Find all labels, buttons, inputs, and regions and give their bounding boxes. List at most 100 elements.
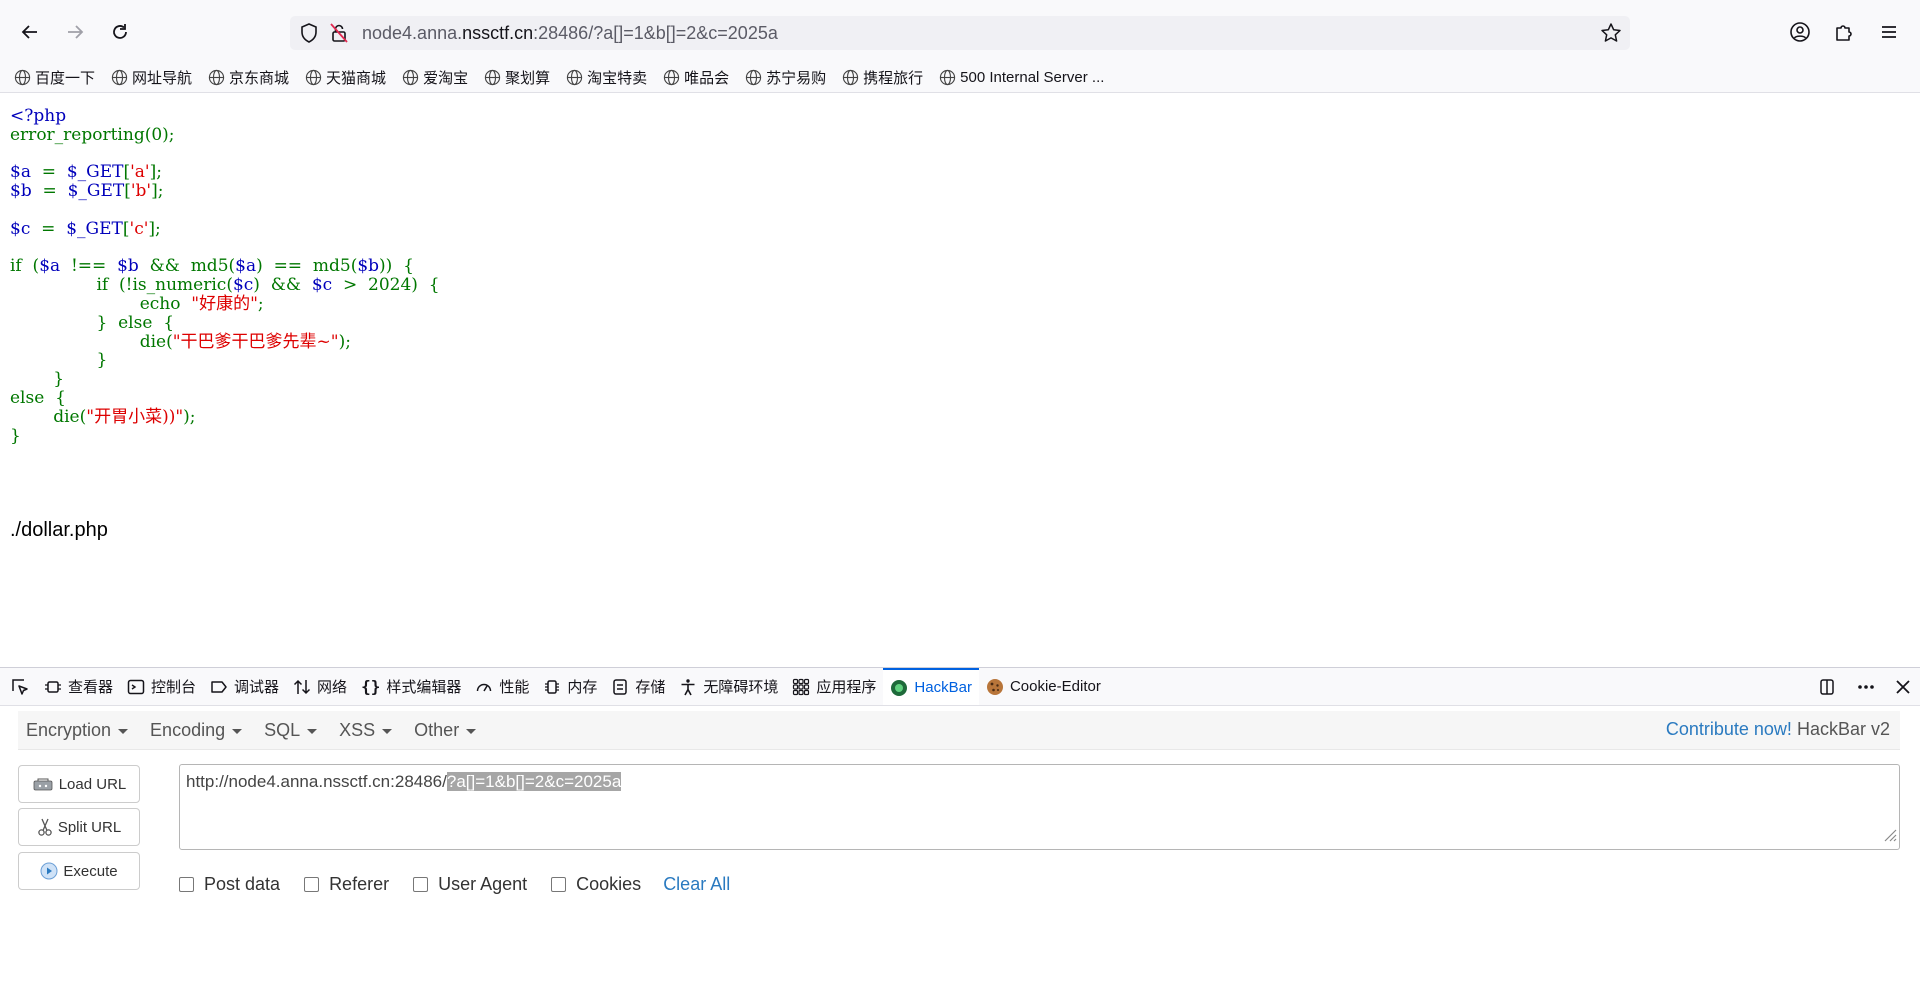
code-line: if (!is_numeric($c) && $c > 2024) { [96,275,440,296]
play-icon [40,862,58,880]
insecure-lock-icon[interactable] [328,22,350,44]
caret-down-icon [232,729,243,734]
tab-debugger[interactable]: 调试器 [203,668,286,705]
menu-button[interactable] [1873,16,1905,48]
execute-button[interactable]: Execute [18,852,140,890]
button-label: Execute [63,862,118,880]
back-arrow-icon [21,25,37,39]
hackbar-options: Post data Referer User Agent Cookies Cle… [179,874,730,895]
bookmark-star-icon[interactable] [1600,22,1622,49]
app-grid-icon [792,678,810,696]
checkbox-box[interactable] [413,877,429,892]
clear-all-link[interactable]: Clear All [663,874,730,895]
forward-button[interactable] [59,16,91,48]
bookmark-label: 苏宁易购 [766,69,827,87]
checkbox-label: User Agent [438,874,528,894]
bookmark-item[interactable]: 淘宝特卖 [566,67,647,88]
url-base-text: http://node4.anna.nssctf.cn:28486/ [186,772,447,791]
more-options-icon[interactable] [1856,677,1876,697]
extensions-button[interactable] [1828,16,1860,48]
element-picker-button[interactable] [0,668,37,705]
code-line: else { [10,387,66,408]
split-url-button[interactable]: Split URL [18,808,140,846]
load-url-button[interactable]: Load URL [18,765,140,803]
tab-performance[interactable]: 性能 [468,668,536,705]
tab-memory[interactable]: 内存 [536,668,604,705]
tab-cookie-editor[interactable]: Cookie-Editor [979,668,1108,705]
code-line: } [96,350,108,371]
bookmark-label: 携程旅行 [863,69,924,87]
hackbar-version: HackBar v2 [1796,719,1890,739]
checkbox-box[interactable] [551,877,567,892]
bookmark-item[interactable]: 天猫商城 [305,67,386,88]
bookmark-label: 京东商城 [229,69,290,87]
globe-icon [305,69,322,85]
bookmark-item[interactable]: 唯品会 [663,67,729,88]
reload-button[interactable] [104,16,136,48]
shield-icon[interactable] [298,22,320,44]
globe-icon [842,69,859,85]
globe-icon [484,69,501,85]
address-bar[interactable]: node4.anna.nssctf.cn:28486/?a[]=1&b[]=2&… [290,16,1630,50]
checkbox-label: Referer [329,874,390,894]
bookmark-item[interactable]: 百度一下 [14,67,95,88]
bookmark-item[interactable]: 京东商城 [208,67,289,88]
bookmark-item[interactable]: 500 Internal Server ... [939,69,1104,86]
bookmark-item[interactable]: 携程旅行 [842,67,923,88]
code-line: die("干巴爹干巴爹先辈~"); [139,331,351,352]
cookie-icon [986,678,1004,696]
close-devtools-icon[interactable] [1894,678,1912,696]
tab-accessibility[interactable]: 无障碍环境 [672,668,785,705]
tab-application[interactable]: 应用程序 [785,668,883,705]
bookmark-label: 网址导航 [132,69,193,87]
menu-encoding[interactable]: Encoding [150,720,243,741]
bookmark-item[interactable]: 网址导航 [111,67,192,88]
page-output-text: ./dollar.php [10,519,108,541]
code-line: echo "好康的"; [139,293,264,314]
bookmark-label: 聚划算 [505,69,551,87]
user-agent-checkbox[interactable]: User Agent [413,874,527,895]
globe-icon [940,69,956,85]
menu-label: Other [414,719,460,740]
code-line: $b = $_GET['b']; [10,181,164,202]
tab-console[interactable]: 控制台 [120,668,203,705]
hackbar-logo-icon [890,679,908,697]
bookmarks-bar: 百度一下 网址导航 京东商城 天猫商城 爱淘宝 聚划算 淘宝特卖 唯品会 苏宁易… [0,62,1920,93]
globe-icon [14,69,31,85]
cookies-checkbox[interactable]: Cookies [551,874,641,895]
bookmark-item[interactable]: 苏宁易购 [745,67,826,88]
contribute-link[interactable]: Contribute now! [1666,719,1792,739]
hamburger-icon [1882,26,1896,38]
caret-down-icon [118,729,129,734]
button-label: Load URL [58,775,127,793]
code-line: if ($a !== $b && md5($a) == md5($b)) { [10,256,414,277]
referer-checkbox[interactable]: Referer [304,874,389,895]
caret-down-icon [466,729,477,734]
menu-label: SQL [264,719,301,740]
resize-grip-icon[interactable] [1881,826,1897,847]
post-data-checkbox[interactable]: Post data [179,874,280,895]
bookmark-label: 爱淘宝 [423,69,469,87]
hackbar-menu-bar: Encryption Encoding SQL XSS Other Contri… [18,711,1900,750]
account-button[interactable] [1784,16,1816,48]
code-line: error_reporting(0); [10,124,175,145]
dock-toggle-icon[interactable] [1818,677,1838,697]
menu-other[interactable]: Other [414,719,477,741]
menu-sql[interactable]: SQL [264,719,318,741]
tab-storage[interactable]: 存储 [604,668,672,705]
bookmark-item[interactable]: 聚划算 [484,67,550,88]
hackbar-url-textarea[interactable]: http://node4.anna.nssctf.cn:28486/?a[]=1… [179,764,1900,850]
tab-inspector[interactable]: 查看器 [37,668,120,705]
checkbox-box[interactable] [179,877,194,892]
tab-hackbar[interactable]: HackBar [883,668,979,705]
checkbox-box[interactable] [304,877,320,892]
tab-style-editor[interactable]: {} 样式编辑器 [354,668,468,705]
back-button[interactable] [14,16,46,48]
menu-xss[interactable]: XSS [339,720,393,741]
menu-encryption[interactable]: Encryption [26,720,129,741]
tab-label: 调试器 [234,679,280,696]
tab-network[interactable]: 网络 [286,668,354,705]
account-icon [1790,22,1810,42]
bookmark-item[interactable]: 爱淘宝 [402,67,468,88]
